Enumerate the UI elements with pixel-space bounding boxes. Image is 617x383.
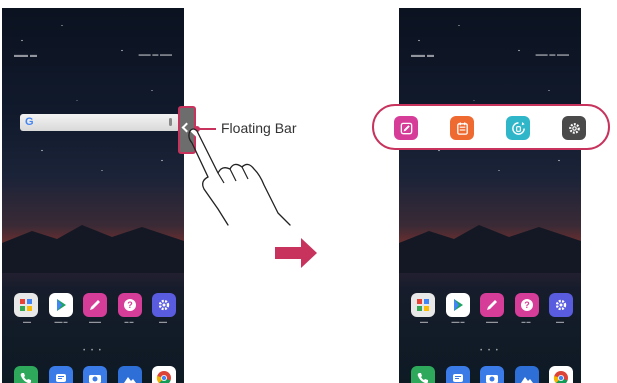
google-g-icon: G — [25, 116, 34, 128]
clock-widget: ▬▬ ▬ — [14, 52, 37, 59]
camera-icon[interactable] — [480, 366, 504, 383]
play-store-icon[interactable] — [445, 293, 470, 317]
message-icon[interactable] — [48, 366, 73, 383]
mountain-silhouette — [2, 225, 184, 273]
weather-widget[interactable]: ▬▬ ▬ ▬▬ — [536, 52, 569, 58]
google-folder-icon[interactable] — [14, 293, 38, 317]
google-search-bar[interactable]: G — [20, 114, 180, 131]
page-indicator: • • • — [480, 348, 500, 354]
refresh-shield-icon[interactable] — [506, 116, 530, 140]
clock-widget: ▬▬ ▬ — [411, 52, 434, 59]
home-app-row: ? — [14, 293, 176, 317]
app-labels: ▬▬ ▬▬ ▬ ▬▬▬ ▬ ▬ ▬▬ — [420, 319, 564, 324]
mountain-silhouette — [399, 225, 581, 273]
phone-icon[interactable] — [411, 366, 435, 383]
question-icon[interactable]: ? — [514, 293, 539, 317]
chrome-icon[interactable] — [549, 366, 573, 383]
camera-icon[interactable] — [83, 366, 107, 383]
svg-text:?: ? — [524, 300, 530, 310]
google-folder-icon[interactable] — [411, 293, 435, 317]
home-app-row: ? — [411, 293, 573, 317]
hand-pointer-icon — [188, 128, 291, 226]
app-labels: ▬▬ ▬▬ ▬ ▬▬▬ ▬ ▬ ▬▬ — [23, 319, 167, 324]
pencil-icon[interactable] — [480, 293, 504, 317]
dock-row — [411, 366, 573, 383]
pencil-note-icon[interactable] — [394, 116, 418, 140]
gear-icon[interactable] — [562, 116, 586, 140]
gear-icon[interactable] — [549, 293, 573, 317]
dock-row — [14, 366, 176, 383]
phone-screen-after: ▬▬ ▬ ▬▬ ▬ ▬▬ ? ▬▬ ▬▬ ▬ ▬▬▬ ▬ ▬ ▬▬ • • • — [399, 8, 581, 383]
play-store-icon[interactable] — [48, 293, 73, 317]
message-icon[interactable] — [445, 366, 470, 383]
floating-bar-expanded — [372, 104, 610, 150]
pencil-icon[interactable] — [83, 293, 107, 317]
weather-widget[interactable]: ▬▬ ▬ ▬▬ — [139, 52, 172, 58]
svg-text:?: ? — [127, 300, 133, 310]
gallery-icon[interactable] — [514, 366, 539, 383]
phone-icon[interactable] — [14, 366, 38, 383]
chrome-icon[interactable] — [152, 366, 176, 383]
page-indicator: • • • — [83, 348, 103, 354]
mic-icon[interactable] — [169, 118, 172, 126]
notepad-icon[interactable] — [450, 116, 474, 140]
gallery-icon[interactable] — [117, 366, 142, 383]
question-icon[interactable]: ? — [117, 293, 142, 317]
phone-screen-before: ▬▬ ▬ ▬▬ ▬ ▬▬ G ? ▬▬ ▬▬ ▬ ▬▬▬ ▬ ▬ ▬▬ • • • — [2, 8, 184, 383]
gear-icon[interactable] — [152, 293, 176, 317]
arrow-right-icon — [275, 238, 317, 268]
